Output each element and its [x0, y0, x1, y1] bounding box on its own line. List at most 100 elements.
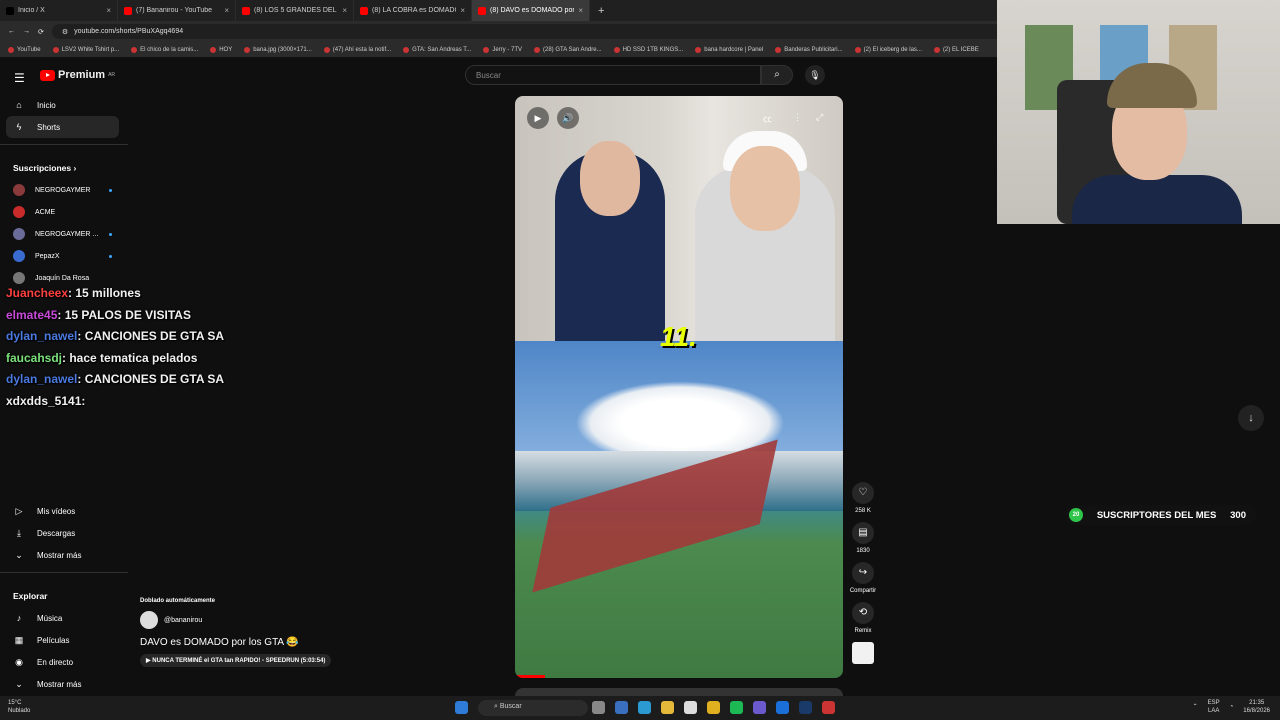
related-video-link[interactable]: ▶ NUNCA TERMINÉ el GTA tan RAPIDO! - SPE…	[140, 654, 332, 667]
channel-avatar[interactable]	[140, 611, 158, 629]
app-icon[interactable]	[753, 701, 766, 714]
chevron-down-icon: ⌄	[15, 549, 23, 560]
weather-widget[interactable]: 15°C Nublado	[8, 699, 30, 715]
browser-tab[interactable]: (7) Bananirou - YouTube ×	[118, 0, 236, 21]
browser-tab[interactable]: Inicio / X ×	[0, 0, 118, 21]
bookmark-favicon	[323, 46, 330, 53]
subscription-item[interactable]: NEGROGAYMER	[0, 179, 128, 201]
channel-handle[interactable]: @bananirou	[164, 617, 202, 624]
chat-text: : 15 PALOS DE VISITAS	[57, 307, 191, 322]
bookmark-item[interactable]: (28) GTA San Andre...	[533, 46, 602, 53]
remix-button[interactable]: ⟲ Remix	[848, 602, 878, 634]
fullscreen-icon[interactable]: ⤢	[816, 112, 823, 123]
bookmark-item[interactable]: HOY	[210, 46, 232, 53]
bookmark-favicon	[403, 46, 410, 53]
app-icon[interactable]	[684, 701, 697, 714]
sidebar-item[interactable]: ⤓ Descargas	[0, 522, 120, 544]
bookmark-item[interactable]: (47) Ahí esta la notif...	[323, 46, 391, 53]
sidebar-item[interactable]: ◉ En directo	[0, 651, 120, 673]
close-tab-icon[interactable]: ×	[342, 6, 347, 15]
folder-icon[interactable]	[661, 701, 674, 714]
wifi-icon[interactable]: ◔	[1230, 703, 1234, 711]
sidebar-item[interactable]: ⌄ Mostrar más	[0, 544, 120, 566]
bookmark-item[interactable]: LSV2 White Tshirt p...	[52, 46, 119, 53]
close-tab-icon[interactable]: ×	[224, 6, 229, 15]
bookmark-item[interactable]: bana hardcore | Panel	[695, 46, 763, 53]
comments-button[interactable]: ▤ 1830	[848, 522, 878, 554]
subscription-item[interactable]: NEGROGAYMER ...	[0, 223, 128, 245]
share-icon: ↪	[852, 562, 874, 584]
windows-taskbar: 15°C Nublado ⌕ Buscar ⌃ ESP LAA ◔ 21:35 16/…	[0, 696, 1280, 720]
forward-icon[interactable]: →	[23, 28, 30, 35]
bookmark-item[interactable]: El chico de la camis...	[131, 46, 198, 53]
next-short-button[interactable]: ↓	[1238, 405, 1264, 431]
close-tab-icon[interactable]: ×	[578, 6, 583, 15]
bookmark-item[interactable]: bana.jpg (3000×171...	[244, 46, 312, 53]
video-progress-bar[interactable]	[515, 675, 545, 678]
browser-tab[interactable]: (8) DAVO es DOMADO por ×	[472, 0, 590, 21]
taskbar-search[interactable]: ⌕ Buscar	[478, 700, 588, 716]
captions-icon[interactable]: ㏄	[763, 112, 772, 125]
app-icon[interactable]	[776, 701, 789, 714]
sound-avatar[interactable]	[852, 642, 874, 664]
subs-label: SUSCRIPTORES DEL MES	[1096, 509, 1217, 521]
back-icon[interactable]: ←	[8, 28, 15, 35]
chevron-up-icon[interactable]: ⌃	[1193, 703, 1198, 711]
browser-tab[interactable]: (8) LOS 5 GRANDES DEL FÚTBOL ×	[236, 0, 354, 21]
bookmark-item[interactable]: YouTube	[8, 46, 41, 53]
spotify-icon[interactable]	[730, 701, 743, 714]
taskview-icon[interactable]	[592, 701, 605, 714]
home-icon: ⌂	[16, 100, 22, 110]
voice-search-button[interactable]: 🎙	[805, 65, 825, 85]
clock[interactable]: 21:35 16/8/2026	[1243, 699, 1270, 715]
search-input[interactable]: Buscar	[465, 65, 761, 85]
bookmark-item[interactable]: HD SSD 1TB KINGS...	[613, 46, 683, 53]
steam-icon[interactable]	[799, 701, 812, 714]
channel-row[interactable]: @bananirou	[140, 611, 331, 629]
sidebar-item[interactable]: ▷ Mis vídeos	[0, 500, 120, 522]
sidebar-item[interactable]: ⌄ Mostrar más	[0, 673, 120, 695]
site-info-icon[interactable]: ⚙	[62, 28, 68, 36]
chrome-icon[interactable]	[707, 701, 720, 714]
app-icon[interactable]	[615, 701, 628, 714]
hamburger-menu-icon[interactable]: ☰	[14, 71, 25, 85]
start-icon[interactable]	[455, 701, 468, 714]
app-icon[interactable]	[822, 701, 835, 714]
new-tab-button[interactable]: +	[590, 5, 612, 17]
sidebar-item[interactable]: ⌂ Inicio	[0, 94, 120, 116]
subscription-item[interactable]: ACME	[0, 201, 128, 223]
tab-title: Inicio / X	[18, 7, 45, 14]
bookmark-label: (2) EL ICEBE	[942, 46, 979, 53]
subscription-item[interactable]: PepazX	[0, 245, 128, 267]
short-video-player[interactable]: 11. ▶ 🔊 ㏄ ⋮ ⤢	[515, 96, 843, 678]
next-short-preview[interactable]	[515, 688, 843, 696]
bookmark-item[interactable]: Banderas Publicitari...	[775, 46, 843, 53]
sidebar-item[interactable]: ϟ Shorts	[6, 116, 119, 138]
search-button[interactable]: ⌕	[761, 65, 793, 85]
bookmark-item[interactable]: (2) El iceberg de las...	[854, 46, 922, 53]
sidebar-item[interactable]: ♪ Música	[0, 607, 120, 629]
sidebar-item[interactable]: ▦ Películas	[0, 629, 120, 651]
close-tab-icon[interactable]: ×	[460, 6, 465, 15]
close-tab-icon[interactable]: ×	[106, 6, 111, 15]
like-button[interactable]: ♡ 258 K	[848, 482, 878, 514]
edge-icon[interactable]	[638, 701, 651, 714]
reload-icon[interactable]: ⟳	[38, 28, 44, 36]
youtube-premium-logo[interactable]: Premium AR	[40, 69, 115, 81]
more-options-icon[interactable]: ⋮	[793, 112, 802, 123]
play-button[interactable]: ▶	[527, 107, 549, 129]
volume-button[interactable]: 🔊	[557, 107, 579, 129]
live-icon: ◉	[15, 656, 23, 667]
bookmark-item[interactable]: GTA: San Andreas T...	[403, 46, 471, 53]
bookmark-favicon	[933, 46, 940, 53]
share-button[interactable]: ↪ Compartir	[848, 562, 878, 594]
bookmark-label: bana.jpg (3000×171...	[253, 46, 312, 53]
browser-tab[interactable]: (8) LA COBRA es DOMADO por ×	[354, 0, 472, 21]
tab-favicon	[6, 6, 14, 15]
subscription-name: NEGROGAYMER ...	[35, 230, 99, 238]
bookmark-favicon	[613, 46, 620, 53]
bookmark-item[interactable]: Jerry - 7TV	[483, 46, 522, 53]
subscriptions-heading[interactable]: Suscripciones ›	[0, 151, 128, 179]
language-indicator[interactable]: ESP LAA	[1208, 699, 1220, 715]
bookmark-item[interactable]: (2) EL ICEBE	[933, 46, 979, 53]
